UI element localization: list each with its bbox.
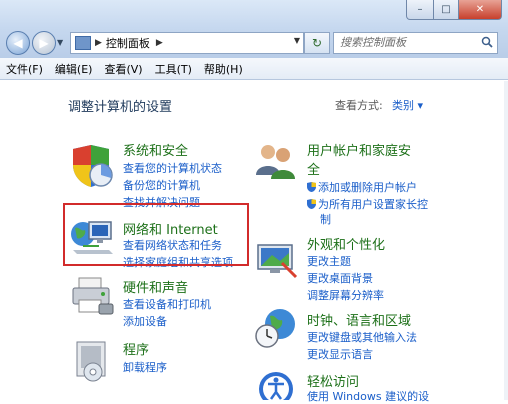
menu-tools[interactable]: 工具(T) (155, 61, 192, 77)
appearance-icon[interactable] (254, 239, 298, 279)
link-change-background[interactable]: 更改桌面背景 (307, 270, 373, 286)
link-screen-resolution[interactable]: 调整屏幕分辨率 (307, 287, 384, 303)
category-system-security[interactable]: 系统和安全 (123, 140, 188, 159)
forward-arrow-icon: ▶ (39, 36, 49, 50)
link-add-device[interactable]: 添加设备 (123, 313, 167, 329)
link-parental-controls-text[interactable]: 为所有用户设置家长控 (318, 198, 428, 211)
category-hardware-sound[interactable]: 硬件和声音 (123, 277, 188, 296)
link-windows-suggested-settings[interactable]: 使用 Windows 建议的设 (307, 388, 429, 404)
back-button[interactable]: ◀ (6, 31, 30, 55)
maximize-button[interactable]: □ (434, 0, 459, 20)
address-dropdown-icon[interactable]: ▼ (294, 36, 300, 45)
view-by-dropdown[interactable]: 类别 ▾ (392, 97, 423, 113)
search-box[interactable] (333, 32, 498, 54)
link-change-theme[interactable]: 更改主题 (307, 253, 351, 269)
page-title: 调整计算机的设置 (68, 100, 173, 115)
programs-icon[interactable] (69, 338, 115, 382)
link-parental-controls[interactable]: 为所有用户设置家长控 (307, 196, 428, 212)
search-input[interactable] (340, 33, 476, 51)
search-icon[interactable] (481, 36, 493, 48)
link-change-display-language[interactable]: 更改显示语言 (307, 346, 373, 362)
control-panel-icon (75, 36, 91, 50)
category-user-accounts-cont[interactable]: 全 (307, 159, 320, 178)
users-icon[interactable] (254, 141, 298, 181)
caption-buttons: – □ ✕ (406, 0, 502, 20)
uac-shield-icon (307, 199, 316, 209)
category-programs[interactable]: 程序 (123, 339, 149, 358)
minimize-button[interactable]: – (406, 0, 434, 20)
recent-pages-dropdown[interactable]: ▼ (57, 38, 63, 47)
back-arrow-icon: ◀ (13, 36, 23, 50)
link-uninstall-program[interactable]: 卸载程序 (123, 359, 167, 375)
category-appearance[interactable]: 外观和个性化 (307, 234, 385, 253)
link-view-computer-status[interactable]: 查看您的计算机状态 (123, 160, 222, 176)
refresh-button[interactable]: ↻ (304, 32, 330, 54)
navigation-bar: ◀ ▶ ▼ ▶ 控制面板 ▶ ▼ ↻ (0, 28, 508, 58)
title-bar: – □ ✕ (0, 0, 508, 28)
link-parental-controls-cont[interactable]: 制 (320, 211, 331, 227)
view-by-label: 查看方式: (335, 99, 383, 112)
forward-button[interactable]: ▶ (32, 31, 56, 55)
scrollbar[interactable] (504, 81, 508, 400)
category-clock-language-region[interactable]: 时钟、语言和区域 (307, 310, 411, 329)
menu-view[interactable]: 查看(V) (104, 61, 142, 77)
control-panel-content: 调整计算机的设置 查看方式: 类别 ▾ 系统和安全 查看您的计算机状态 备份您的… (0, 81, 508, 403)
menu-edit[interactable]: 编辑(E) (55, 61, 93, 77)
highlight-box (63, 203, 249, 266)
refresh-icon: ↻ (311, 36, 323, 50)
chevron-right-icon[interactable]: ▶ (95, 38, 102, 48)
ease-of-access-icon[interactable] (254, 369, 298, 400)
breadcrumb-control-panel[interactable]: 控制面板 (106, 35, 150, 51)
link-add-remove-users[interactable]: 添加或删除用户帐户 (307, 179, 417, 195)
link-change-keyboard[interactable]: 更改键盘或其他输入法 (307, 329, 417, 345)
shield-chart-icon[interactable] (69, 143, 115, 189)
clock-globe-icon[interactable] (254, 306, 298, 350)
menu-help[interactable]: 帮助(H) (204, 61, 243, 77)
link-devices-printers[interactable]: 查看设备和打印机 (123, 296, 211, 312)
uac-shield-icon (307, 182, 316, 192)
link-add-remove-users-text[interactable]: 添加或删除用户帐户 (318, 181, 417, 194)
link-backup-computer[interactable]: 备份您的计算机 (123, 177, 200, 193)
category-user-accounts[interactable]: 用户帐户和家庭安 (307, 140, 411, 159)
menu-bar: 文件(F) 编辑(E) 查看(V) 工具(T) 帮助(H) (0, 58, 508, 80)
menu-file[interactable]: 文件(F) (6, 61, 43, 77)
chevron-right-icon[interactable]: ▶ (156, 38, 163, 48)
close-button[interactable]: ✕ (459, 0, 502, 20)
address-bar[interactable]: ▶ 控制面板 ▶ ▼ (70, 32, 304, 54)
printer-icon[interactable] (69, 276, 115, 316)
